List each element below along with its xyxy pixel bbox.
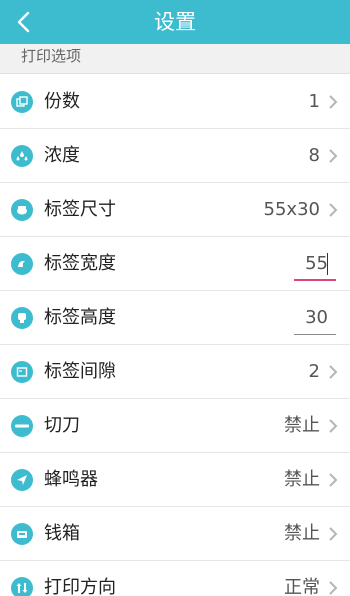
setting-value: 1 (308, 91, 320, 112)
setting-row-print-direction[interactable]: 打印方向 正常 (0, 561, 350, 596)
section-label: 打印选项 (21, 47, 82, 65)
setting-row-copies[interactable]: 份数 1 (0, 75, 350, 129)
setting-label: 打印方向 (44, 577, 116, 596)
text-caret (326, 253, 328, 275)
density-icon (11, 145, 33, 167)
settings-list: 份数 1 浓度 8 标签尺寸 55x30 标签宽度 55 标签高度 30 标签间… (0, 75, 350, 596)
setting-row-label-size[interactable]: 标签尺寸 55x30 (0, 183, 350, 237)
setting-value: 禁止 (284, 415, 320, 436)
print-direction-icon (11, 577, 33, 596)
chevron-right-icon (329, 581, 338, 595)
setting-value: 正常 (284, 577, 320, 596)
setting-value: 55x30 (263, 199, 320, 220)
setting-label: 切刀 (44, 415, 80, 436)
setting-row-label-width: 标签宽度 (0, 237, 350, 291)
setting-row-label-gap[interactable]: 标签间隙 2 (0, 345, 350, 399)
label-height-icon (11, 307, 33, 329)
setting-value: 禁止 (284, 523, 320, 544)
setting-row-buzzer[interactable]: 蜂鸣器 禁止 (0, 453, 350, 507)
chevron-right-icon (329, 365, 338, 379)
setting-value: 8 (308, 145, 320, 166)
setting-label: 标签间隙 (44, 361, 116, 382)
label-gap-icon (11, 361, 33, 383)
setting-row-density[interactable]: 浓度 8 (0, 129, 350, 183)
chevron-right-icon (329, 527, 338, 541)
setting-value: 禁止 (284, 469, 320, 490)
section-header: 打印选项 (0, 44, 350, 74)
cutter-icon (11, 415, 33, 437)
chevron-right-icon (329, 203, 338, 217)
setting-label: 钱箱 (44, 523, 80, 544)
setting-label: 蜂鸣器 (44, 469, 98, 490)
setting-value: 2 (308, 361, 320, 382)
chevron-right-icon (329, 473, 338, 487)
label-width-field (294, 247, 336, 281)
header-bar: 设置 (0, 0, 350, 44)
setting-row-label-height: 标签高度 (0, 291, 350, 345)
label-size-icon (11, 199, 33, 221)
setting-label: 份数 (44, 91, 80, 112)
setting-label: 标签宽度 (44, 253, 116, 274)
chevron-right-icon (329, 95, 338, 109)
page-title: 设置 (154, 10, 196, 34)
setting-row-cutter[interactable]: 切刀 禁止 (0, 399, 350, 453)
label-height-field (294, 301, 336, 335)
setting-label: 浓度 (44, 145, 80, 166)
label-width-input[interactable] (294, 247, 336, 279)
copies-icon (11, 91, 33, 113)
chevron-right-icon (329, 149, 338, 163)
setting-label: 标签高度 (44, 307, 116, 328)
cash-drawer-icon (11, 523, 33, 545)
label-width-icon (11, 253, 33, 275)
buzzer-icon (11, 469, 33, 491)
label-height-input[interactable] (294, 301, 336, 334)
setting-row-cash-drawer[interactable]: 钱箱 禁止 (0, 507, 350, 561)
chevron-right-icon (329, 419, 338, 433)
setting-label: 标签尺寸 (44, 199, 116, 220)
